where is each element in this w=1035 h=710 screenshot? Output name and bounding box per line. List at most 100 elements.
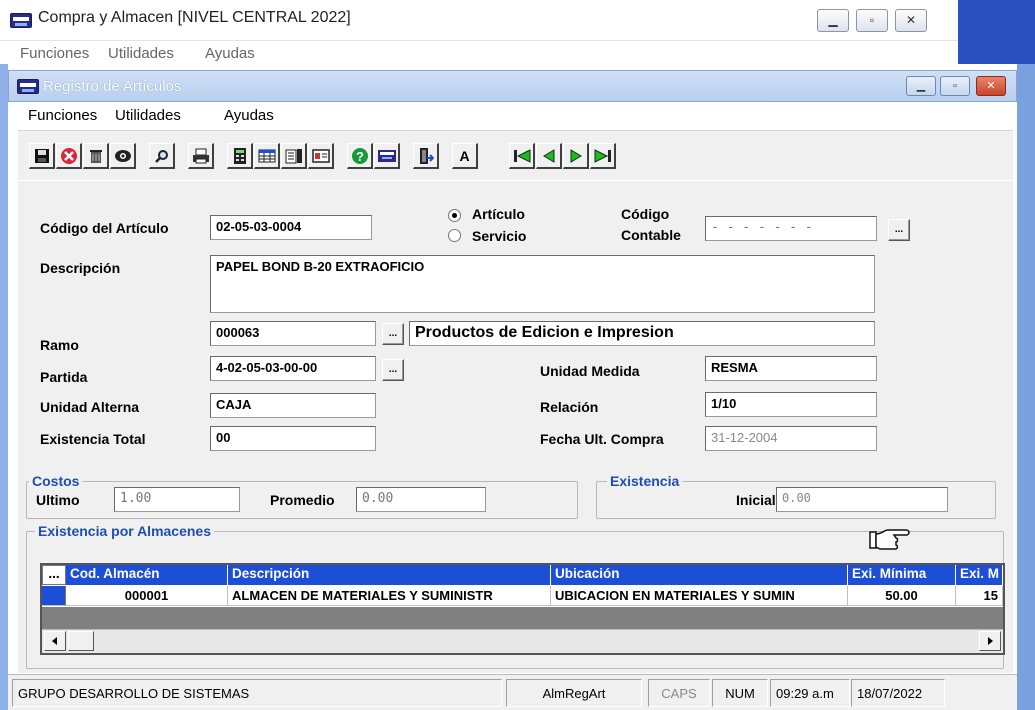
child-close-button[interactable]: ✕ [976,76,1006,96]
codigo-contable-lookup-button[interactable]: ... [888,219,910,241]
unidad-alterna-field[interactable]: CAJA [210,393,376,418]
grid-cell-cod-almacen[interactable]: 000001 [66,586,228,606]
view-button[interactable] [110,143,136,169]
ramo-code-field[interactable]: 000063 [210,321,376,346]
promedio-field[interactable]: 0.00 [356,487,486,512]
app-title: Compra y Almacen [NIVEL CENTRAL 2022] [38,9,351,26]
grid-cell-descripcion[interactable]: ALMACEN DE MATERIALES Y SUMINISTR [228,586,551,606]
child-maximize-button[interactable]: ▫ [940,76,970,96]
toolbar: ? A [18,130,1013,180]
report-button[interactable] [281,143,307,169]
relacion-field[interactable]: 1/10 [705,392,877,417]
partida-lookup-button[interactable]: ... [382,359,404,381]
grid-horizontal-scrollbar[interactable] [42,629,1003,653]
app-minimize-button[interactable]: ▁ [817,9,849,32]
search-button[interactable] [149,143,175,169]
status-num: NUM [712,679,768,707]
grid-select-all-button[interactable]: ... [42,565,66,585]
ramo-label: Ramo [40,337,79,353]
scroll-left-button[interactable] [44,631,66,651]
arrow-right-icon [988,637,993,645]
servicio-radio[interactable] [448,229,461,242]
grid-header-exi-maxima[interactable]: Exi. M [956,565,1003,585]
card-button[interactable] [308,143,334,169]
fecha-label: Fecha Ult. Compra [540,431,664,447]
grid-header-exi-minima[interactable]: Exi. Mínima [848,565,956,585]
font-button[interactable]: A [452,143,478,169]
codigo-field[interactable]: 02-05-03-0004 [210,215,372,240]
floppy-disk-icon [34,148,49,163]
pointing-hand-icon [868,526,912,555]
partida-field[interactable]: 4-02-05-03-00-00 [210,356,376,381]
app-menu-utilidades[interactable]: Utilidades [108,45,174,62]
descripcion-label: Descripción [40,260,121,276]
table-icon [258,149,275,162]
unidad-medida-field[interactable]: RESMA [705,356,877,381]
cancel-button[interactable] [56,143,82,169]
help-icon: ? [351,147,368,164]
article-form: Código del Artículo 02-05-03-0004 Artícu… [18,181,1013,673]
grid-cell-exi-minima[interactable]: 50.00 [848,586,956,606]
last-record-icon [594,148,611,163]
table-button[interactable] [254,143,280,169]
app-menu-ayudas[interactable]: Ayudas [205,45,255,62]
unidad-alterna-label: Unidad Alterna [40,399,140,415]
first-record-button[interactable] [509,143,535,169]
grid-cell-exi-maxima[interactable]: 15 [956,586,1003,606]
child-menu-funciones[interactable]: Funciones [28,107,97,124]
existencia-total-field[interactable]: 00 [210,426,376,451]
save-button[interactable] [29,143,55,169]
red-x-icon [60,147,77,164]
status-date: 18/07/2022 [851,679,945,707]
articulo-radio[interactable] [448,209,461,222]
ramo-lookup-button[interactable]: ... [382,323,404,345]
arrow-left-icon [52,637,57,645]
grid-cell-ubicacion[interactable]: UBICACION EN MATERIALES Y SUMIN [551,586,848,606]
grid-header-descripcion[interactable]: Descripción [228,565,551,585]
app-info-button[interactable] [374,143,400,169]
calculator-icon [233,147,246,164]
codigo-contable-label-1: Código [621,206,670,222]
scroll-thumb[interactable] [68,631,94,651]
help-button[interactable]: ? [347,143,373,169]
grid-header-ubicacion[interactable]: Ubicación [551,565,848,585]
child-title: Registro de Artículos [43,78,182,95]
app-close-button[interactable]: ✕ [895,9,927,32]
fecha-field[interactable]: 31-12-2004 [705,426,877,451]
exit-button[interactable] [413,143,439,169]
scroll-right-button[interactable] [979,631,1001,651]
grid-row-selector[interactable] [42,586,66,606]
inicial-field[interactable]: 0.00 [776,487,948,512]
first-record-icon [513,148,530,163]
ultimo-field[interactable]: 1.00 [114,487,240,512]
status-caps: CAPS [648,679,710,707]
child-minimize-button[interactable]: ▁ [906,76,936,96]
desktop-background [958,0,1035,64]
id-card-icon [311,148,330,163]
exit-door-icon [419,147,434,164]
child-menu-utilidades[interactable]: Utilidades [115,107,181,124]
previous-record-button[interactable] [536,143,562,169]
unidad-medida-label: Unidad Medida [540,363,640,379]
app-maximize-button[interactable]: ▫ [856,9,888,32]
delete-button[interactable] [83,143,109,169]
calculator-button[interactable] [227,143,253,169]
app-menu-funciones[interactable]: Funciones [20,45,89,62]
inicial-label: Inicial [736,492,776,508]
almacenes-grid: ... Cod. Almacén Descripción Ubicación E… [40,563,1005,655]
existencia-title: Existencia [607,473,683,489]
trash-icon [89,149,102,163]
print-button[interactable] [188,143,214,169]
promedio-label: Promedio [270,492,335,508]
existencia-total-label: Existencia Total [40,431,146,447]
next-record-button[interactable] [563,143,589,169]
status-form-name: AlmRegArt [506,679,642,707]
grid-header-cod-almacen[interactable]: Cod. Almacén [66,565,228,585]
last-record-button[interactable] [590,143,616,169]
search-icon [154,149,168,163]
descripcion-field[interactable]: PAPEL BOND B-20 EXTRAOFICIO [210,255,875,313]
child-menu-ayudas[interactable]: Ayudas [224,107,274,124]
codigo-label: Código del Artículo [40,220,169,236]
codigo-contable-field[interactable]: - - - - - - - [705,216,877,241]
status-time: 09:29 a.m [770,679,850,707]
